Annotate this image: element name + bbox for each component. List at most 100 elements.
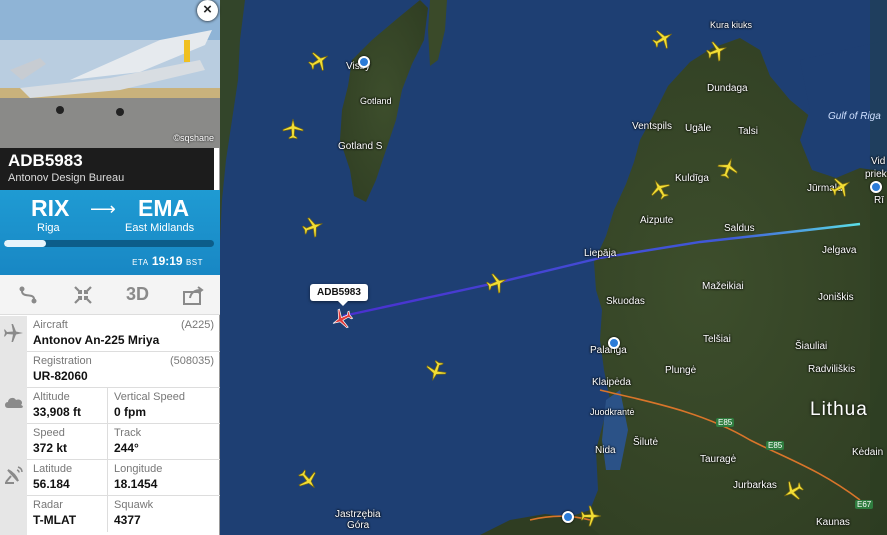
place-juodkrante: Juodkrantė bbox=[590, 407, 635, 417]
place-jastrzebia: Jastrzębia bbox=[335, 509, 381, 520]
aircraft-photo-image bbox=[0, 0, 220, 148]
vertical-speed-cell: Vertical Speed 0 fpm bbox=[108, 388, 220, 424]
share-icon bbox=[182, 285, 204, 305]
flight-info-panel: ©sqshane × ADB5983 Antonov Design Bureau… bbox=[0, 0, 220, 535]
radar-row: Radar T-MLAT Squawk 4377 bbox=[27, 496, 220, 532]
place-joniskis: Joniškis bbox=[818, 292, 854, 303]
panel-toolbar: 3D bbox=[0, 275, 220, 315]
squawk-value: 4377 bbox=[114, 513, 141, 527]
radar-cell: Radar T-MLAT bbox=[27, 496, 108, 532]
aircraft-cell: Aircraft Antonov An-225 Mriya (A225) bbox=[27, 316, 220, 352]
speed-value: 372 kt bbox=[33, 441, 68, 455]
speed-cell: Speed 372 kt bbox=[27, 424, 108, 460]
road-e85-badge: E85 bbox=[716, 418, 735, 427]
origin-city: Riga bbox=[37, 222, 60, 234]
place-priek: priek bbox=[865, 169, 887, 180]
place-vid: Vid bbox=[871, 156, 886, 167]
airline-name: Antonov Design Bureau bbox=[8, 172, 125, 184]
place-nida: Nida bbox=[595, 445, 616, 456]
place-kura: Kura kiuks bbox=[710, 20, 753, 30]
longitude-label: Longitude bbox=[114, 463, 163, 475]
altitude-cell: Altitude 33,908 ft bbox=[27, 388, 108, 424]
place-ugale: Ugāle bbox=[685, 123, 712, 134]
eta-zone: BST bbox=[185, 258, 203, 267]
airport-riga-pin[interactable] bbox=[870, 181, 882, 193]
place-talsi: Talsi bbox=[738, 126, 759, 137]
airport-visby-pin[interactable] bbox=[358, 56, 370, 68]
road-e67-badge: E67 bbox=[855, 500, 874, 509]
registration-value: UR-82060 bbox=[33, 369, 88, 383]
place-ri: Rī bbox=[874, 195, 884, 206]
route-icon bbox=[19, 286, 36, 303]
aircraft-value: Antonov An-225 Mriya bbox=[33, 333, 160, 347]
fit-view-icon bbox=[73, 285, 92, 304]
track-value: 244° bbox=[114, 441, 139, 455]
route-arrow-icon: ⟶ bbox=[90, 199, 116, 219]
latitude-cell: Latitude 56.184 bbox=[27, 460, 108, 496]
origin-code[interactable]: RIX bbox=[31, 195, 69, 222]
place-taurage: Tauragė bbox=[700, 454, 737, 465]
view-3d-button[interactable]: 3D bbox=[110, 275, 165, 314]
radar-value: T-MLAT bbox=[33, 513, 77, 527]
place-saldus: Saldus bbox=[724, 223, 755, 234]
eta-label: ETA bbox=[132, 258, 149, 267]
fit-view-button[interactable] bbox=[55, 275, 110, 314]
altitude-row: Altitude 33,908 ft Vertical Speed 0 fpm bbox=[27, 388, 220, 424]
place-skuodas: Skuodas bbox=[606, 296, 645, 307]
altitude-group-icon bbox=[0, 388, 27, 460]
place-gora: Góra bbox=[347, 520, 370, 531]
plane-icon[interactable] bbox=[580, 505, 602, 527]
speed-label: Speed bbox=[33, 427, 65, 439]
eta-time: 19:19 bbox=[151, 254, 183, 268]
altitude-value: 33,908 ft bbox=[33, 405, 82, 419]
airport-pin[interactable] bbox=[562, 511, 574, 523]
selected-flight-label[interactable]: ADB5983 bbox=[310, 284, 368, 306]
place-ventspils: Ventspils bbox=[632, 121, 673, 132]
altitude-label: Altitude bbox=[33, 391, 70, 403]
aircraft-photo[interactable]: ©sqshane bbox=[0, 0, 220, 148]
aircraft-code: (A225) bbox=[180, 319, 214, 331]
flight-progress-bar bbox=[4, 240, 214, 247]
place-klaipeda: Klaipėda bbox=[592, 377, 631, 388]
place-jelgava: Jelgava bbox=[822, 245, 857, 256]
destination-code[interactable]: EMA bbox=[138, 195, 189, 222]
aircraft-group-icon bbox=[0, 316, 27, 388]
longitude-value: 18.1454 bbox=[114, 477, 158, 491]
aircraft-row: Aircraft Antonov An-225 Mriya (A225) bbox=[27, 316, 220, 352]
track-label: Track bbox=[114, 427, 142, 439]
vertical-speed-value: 0 fpm bbox=[114, 405, 147, 419]
place-jurbarkas: Jurbarkas bbox=[733, 480, 777, 491]
place-silute: Šilutė bbox=[633, 437, 659, 448]
position-group-icon bbox=[0, 460, 27, 535]
track-cell: Track 244° bbox=[108, 424, 220, 460]
radar-label: Radar bbox=[33, 499, 63, 511]
airplane-icon bbox=[3, 324, 23, 342]
place-mazeikiai: Mažeikiai bbox=[702, 281, 744, 292]
vertical-speed-label: Vertical Speed bbox=[114, 391, 185, 403]
route-section: RIX Riga ⟶ EMA East Midlands ETA 19:19 B… bbox=[0, 190, 220, 275]
registration-row: Registration UR-82060 (508035) bbox=[27, 352, 220, 388]
place-gotland: Gotland bbox=[360, 96, 392, 106]
flight-callsign: ADB5983 bbox=[8, 151, 83, 170]
flight-progress-fill bbox=[4, 240, 46, 247]
squawk-label: Squawk bbox=[114, 499, 154, 511]
place-kaunas: Kaunas bbox=[816, 517, 850, 528]
place-lithuania: Lithua bbox=[810, 399, 868, 420]
route-button[interactable] bbox=[0, 275, 55, 314]
plane-icon[interactable] bbox=[282, 118, 304, 140]
place-siauliai: Šiauliai bbox=[795, 341, 828, 352]
place-plunge: Plungė bbox=[665, 365, 697, 376]
place-liepaja: Liepāja bbox=[584, 248, 617, 259]
place-kedain: Kėdain bbox=[852, 447, 884, 458]
share-button[interactable] bbox=[165, 275, 220, 314]
place-telsiai: Telšiai bbox=[703, 334, 731, 345]
close-button[interactable]: × bbox=[197, 0, 218, 21]
place-aizpute: Aizpute bbox=[640, 215, 674, 226]
registration-cell: Registration UR-82060 (508035) bbox=[27, 352, 220, 388]
place-dundaga: Dundaga bbox=[707, 83, 748, 94]
longitude-cell: Longitude 18.1454 bbox=[108, 460, 220, 496]
eta: ETA 19:19 BST bbox=[132, 254, 203, 268]
road-e85-badge-2: E85 bbox=[766, 441, 785, 450]
latitude-row: Latitude 56.184 Longitude 18.1454 bbox=[27, 460, 220, 496]
airport-palanga-pin[interactable] bbox=[608, 337, 620, 349]
